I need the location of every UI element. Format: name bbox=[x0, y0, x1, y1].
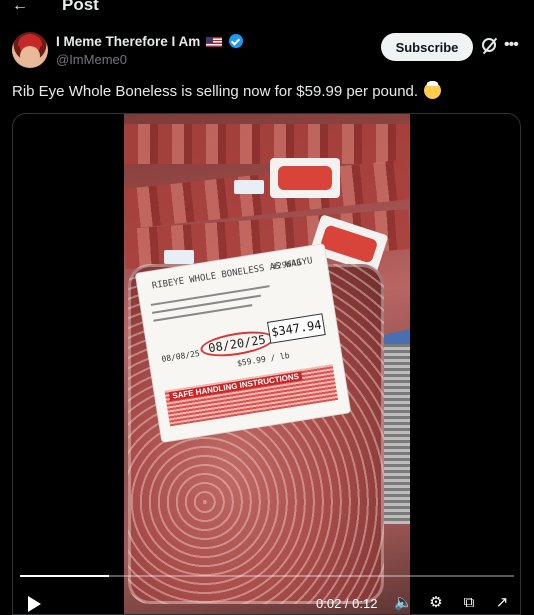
steak-tray bbox=[270, 158, 340, 198]
package-label: RIBEYE WHOLE BONELESS AS WAGYU #29643 08… bbox=[135, 244, 351, 442]
volume-icon[interactable]: 🔈 bbox=[394, 594, 413, 612]
video-progress-fill bbox=[20, 575, 109, 577]
author-name-row[interactable]: I Meme Therefore I Am bbox=[56, 34, 243, 49]
post-text-content: Rib Eye Whole Boneless is selling now fo… bbox=[12, 83, 419, 100]
page-title: Post bbox=[62, 0, 99, 14]
play-icon[interactable] bbox=[25, 595, 43, 613]
video-progress-bar[interactable] bbox=[20, 575, 514, 577]
verified-badge-icon[interactable] bbox=[228, 34, 243, 48]
avatar[interactable] bbox=[12, 32, 48, 68]
arrow-left-icon[interactable]: ← bbox=[12, 0, 28, 15]
shelf-price-tag bbox=[164, 250, 194, 264]
top-bar: ← Post bbox=[0, 0, 534, 18]
label-total-price: $347.94 bbox=[267, 313, 326, 344]
video-player[interactable]: RIBEYE WHOLE BONELESS AS WAGYU #29643 08… bbox=[12, 113, 521, 615]
grok-icon[interactable] bbox=[482, 38, 496, 52]
us-flag-icon bbox=[206, 37, 223, 47]
author-handle[interactable]: @ImMeme0 bbox=[56, 52, 127, 67]
shelf-price-tag bbox=[234, 180, 264, 194]
avatar-face bbox=[20, 46, 40, 66]
label-pack-date: 08/08/25 bbox=[160, 348, 201, 364]
label-text-line bbox=[153, 304, 253, 322]
fullscreen-icon[interactable]: ↗ bbox=[493, 594, 511, 612]
meat-shelf-row bbox=[124, 124, 410, 164]
author-display-name[interactable]: I Meme Therefore I Am bbox=[56, 34, 200, 49]
settings-gear-icon[interactable]: ⚙ bbox=[427, 594, 445, 612]
picture-in-picture-icon[interactable]: ⧉ bbox=[460, 594, 478, 612]
video-frame-content[interactable]: RIBEYE WHOLE BONELESS AS WAGYU #29643 08… bbox=[124, 114, 410, 614]
video-time-display: 0:02 / 0:12 bbox=[316, 596, 378, 611]
post-text: Rib Eye Whole Boneless is selling now fo… bbox=[12, 81, 442, 100]
more-horizontal-icon[interactable]: ••• bbox=[504, 36, 519, 54]
subscribe-button[interactable]: Subscribe bbox=[381, 33, 473, 61]
exploding-head-emoji-icon bbox=[424, 81, 442, 99]
